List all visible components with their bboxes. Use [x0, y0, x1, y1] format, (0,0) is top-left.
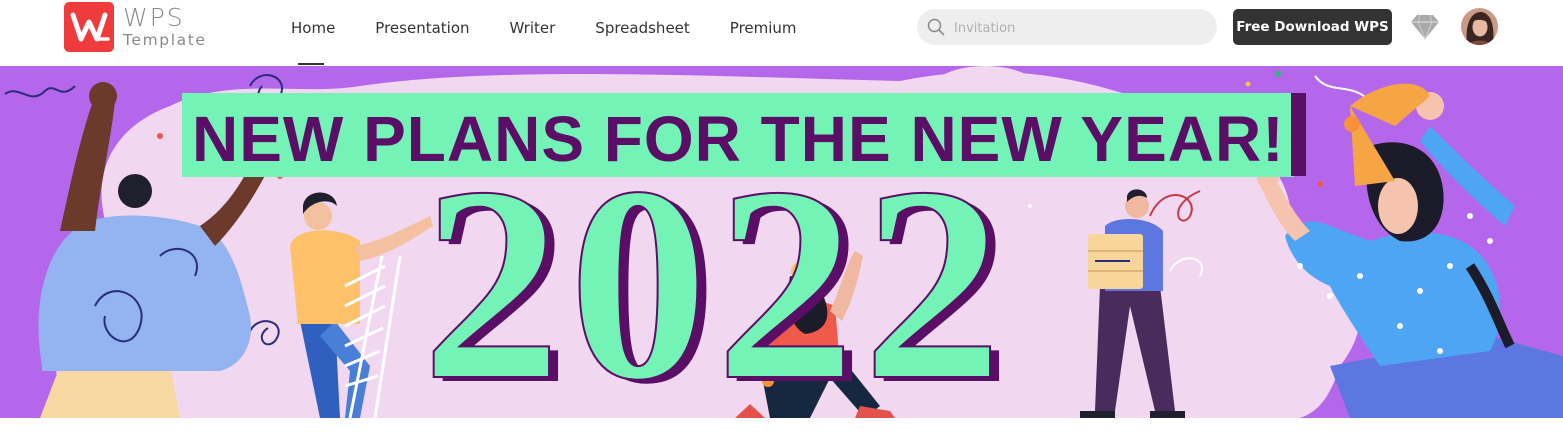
year-digit: 2: [862, 130, 1003, 418]
diamond-icon[interactable]: [1410, 14, 1440, 40]
year-digit: 0: [568, 130, 709, 418]
search-input[interactable]: [952, 17, 1206, 39]
logo-product-text: Template: [123, 31, 207, 49]
free-download-button[interactable]: Free Download WPS: [1233, 9, 1392, 45]
nav-home[interactable]: Home: [291, 0, 335, 66]
headline-accent-bar: [1291, 93, 1306, 176]
year-digit: 2: [421, 130, 562, 418]
top-navigation-bar: WPS Template Home Presentation Writer Sp…: [0, 0, 1563, 66]
wps-logo-icon: [64, 2, 114, 52]
nav-spreadsheet[interactable]: Spreadsheet: [595, 0, 689, 66]
wps-template-logo[interactable]: WPS Template: [64, 2, 214, 52]
logo-brand-text: WPS: [123, 3, 185, 32]
nav-presentation[interactable]: Presentation: [375, 0, 469, 66]
hero-banner[interactable]: NEW PLANS FOR THE NEW YEAR! 2 0 2 2: [0, 66, 1563, 418]
search-box: [917, 9, 1217, 45]
year-digit: 2: [715, 130, 856, 418]
search-icon[interactable]: [927, 18, 945, 36]
banner-year: 2 0 2 2: [418, 130, 1006, 418]
nav-premium[interactable]: Premium: [730, 0, 797, 66]
nav-writer[interactable]: Writer: [510, 0, 556, 66]
main-nav: Home Presentation Writer Spreadsheet Pre…: [291, 0, 837, 66]
user-avatar[interactable]: [1461, 8, 1498, 45]
page-background-strip: [0, 418, 1563, 434]
